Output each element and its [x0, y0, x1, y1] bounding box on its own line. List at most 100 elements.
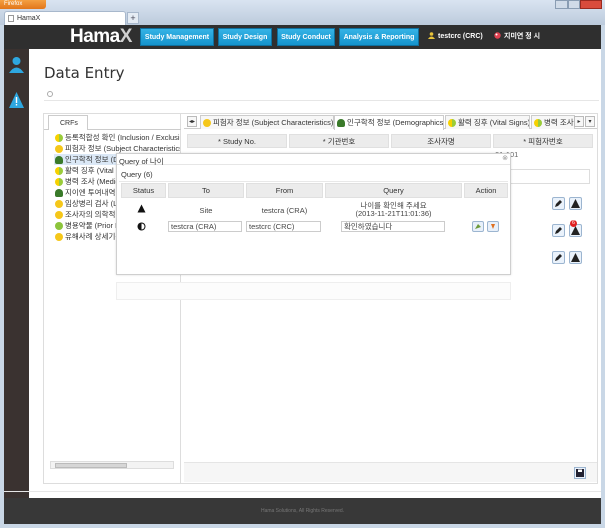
query-warning-icon[interactable] — [569, 197, 582, 210]
firefox-menu-button[interactable]: Firefox — [0, 0, 46, 9]
status-yellow-icon — [55, 145, 63, 153]
form-bottom-bar — [184, 462, 597, 482]
col-from: From — [246, 183, 323, 198]
minimize-button[interactable] — [555, 0, 568, 9]
status-green-icon — [55, 222, 63, 230]
logo-x: X — [119, 26, 133, 47]
site-info[interactable]: 지미연 정 시 — [494, 28, 540, 46]
person-icon[interactable] — [8, 56, 25, 74]
col-status: Status — [121, 183, 166, 198]
warning-nav-icon[interactable] — [8, 91, 25, 109]
tabs-menu-button[interactable]: ▾ — [585, 116, 595, 127]
tab-label: 병력 조사 — [544, 118, 574, 127]
crf-horizontal-scrollbar[interactable] — [50, 461, 174, 469]
status-person-icon — [55, 156, 63, 164]
status-yellow-icon — [55, 211, 63, 219]
tab-label: 활력 징후 (Vital Signs) — [458, 118, 530, 127]
dialog-close-icon[interactable]: ⊗ — [501, 155, 509, 163]
dialog-titlebar — [117, 154, 510, 165]
close-query-icon[interactable] — [487, 221, 499, 232]
tab-medical-history[interactable]: 병력 조사 — [531, 115, 575, 129]
dialog-title: Query of 나이 — [119, 157, 164, 166]
crf-item-inclusion[interactable]: 등록적합성 확인 (Inclusion / Exclusion) — [54, 132, 180, 143]
status-half-icon — [55, 134, 63, 142]
crf-item-label: 피험자 정보 (Subject Characteristics) — [65, 144, 180, 153]
new-tab-button[interactable]: + — [127, 12, 139, 24]
status-person-icon — [337, 119, 345, 127]
reply-to-field[interactable]: testcra (CRA) — [168, 221, 242, 232]
logo[interactable]: HamaX — [70, 26, 132, 48]
scrollbar-thumb[interactable] — [55, 463, 127, 468]
crf-item-label: 등록적합성 확인 (Inclusion / Exclusion) — [65, 133, 180, 142]
warning-icon — [137, 204, 146, 215]
user-info[interactable]: testcrc (CRC) — [428, 28, 483, 46]
page-title: Data Entry — [44, 64, 125, 82]
site-icon — [494, 29, 501, 39]
close-window-button[interactable] — [580, 0, 602, 9]
query-count-badge: 6 — [570, 220, 577, 227]
query-warning-icon[interactable] — [569, 251, 582, 264]
answered-icon — [137, 222, 146, 233]
status-half-icon — [55, 178, 63, 186]
title-divider — [44, 100, 599, 101]
user-icon — [428, 29, 435, 39]
home-icon[interactable] — [47, 91, 53, 97]
status-yellow-icon — [55, 233, 63, 241]
col-to: To — [168, 183, 244, 198]
tab-label: 피험자 정보 (Subject Characteristics) — [213, 118, 334, 127]
col-investigator: 조사자명 — [391, 134, 491, 148]
tab-vital-signs[interactable]: 활력 징후 (Vital Signs) — [445, 115, 530, 129]
edit-icon[interactable] — [552, 197, 565, 210]
col-query: Query — [325, 183, 462, 198]
tab-subject-characteristics[interactable]: 피험자 정보 (Subject Characteristics) — [200, 115, 334, 129]
browser-tab[interactable]: HamaX — [4, 11, 126, 25]
status-half-icon — [55, 167, 63, 175]
reply-from-field[interactable]: testcrc (CRC) — [246, 221, 321, 232]
col-study-no: * Study No. — [187, 134, 287, 148]
tab-label: 인구학적 정보 (Demographics) — [347, 118, 444, 127]
status-half-icon — [448, 119, 456, 127]
left-sidebar — [4, 49, 29, 498]
col-action: Action — [464, 183, 508, 198]
edit-icon[interactable] — [552, 251, 565, 264]
page: HamaX Study Management Study Design Stud… — [4, 25, 601, 524]
query-dialog: Query of 나이 ⊗ Query (6) Status To From Q… — [116, 153, 511, 275]
tabs-scroll-left-button[interactable]: ◂▸ — [187, 116, 197, 127]
page-favicon-icon — [8, 15, 14, 22]
tabs-scroll-right-button[interactable]: ▸ — [574, 116, 584, 127]
tab-title: HamaX — [17, 15, 41, 22]
site-name: 지미연 정 시 — [504, 33, 541, 40]
row-actions-2: 6 — [552, 220, 584, 238]
submit-reply-icon[interactable] — [472, 221, 484, 232]
col-site-no: * 기관번호 — [289, 134, 389, 148]
reply-query-field[interactable]: 확인하였습니다 — [341, 221, 445, 232]
user-name: testcrc (CRC) — [438, 33, 483, 40]
crf-item-label: 지이엔 투여내역 — [65, 188, 116, 197]
query-to: Site — [199, 206, 213, 215]
footer-divider — [4, 491, 601, 492]
maximize-button[interactable] — [568, 0, 580, 9]
crf-item-label: 유해사례 상세기록 — [65, 232, 123, 241]
browser-chrome: Firefox HamaX + — [0, 0, 605, 25]
query-from: testcra (CRA) — [261, 206, 308, 215]
status-person-icon — [55, 189, 63, 197]
col-subject-no: * 피험자번호 — [493, 134, 593, 148]
row-actions-1 — [552, 197, 584, 211]
dialog-footer — [116, 282, 511, 300]
form-tabs: ◂▸ 피험자 정보 (Subject Characteristics) 인구학적… — [184, 114, 597, 130]
save-icon[interactable] — [574, 467, 586, 479]
crf-tab[interactable]: CRFs — [48, 115, 88, 130]
query-count-label: Query (6) — [121, 170, 153, 179]
edit-icon[interactable] — [552, 224, 565, 237]
dialog-divider — [119, 181, 508, 182]
tab-demographics[interactable]: 인구학적 정보 (Demographics) — [334, 115, 444, 130]
nav-study-design[interactable]: Study Design — [218, 28, 272, 46]
query-timestamp: (2013-11-21T11:01:36) — [355, 209, 432, 218]
page-footer: Hama Solutions, All Rights Reserved. — [4, 498, 601, 524]
status-yellow-icon — [55, 200, 63, 208]
logo-text: Hama — [70, 26, 120, 47]
top-nav: HamaX Study Management Study Design Stud… — [4, 25, 601, 49]
nav-study-conduct[interactable]: Study Conduct — [277, 28, 335, 46]
nav-analysis-reporting[interactable]: Analysis & Reporting — [339, 28, 419, 46]
nav-study-management[interactable]: Study Management — [140, 28, 214, 46]
